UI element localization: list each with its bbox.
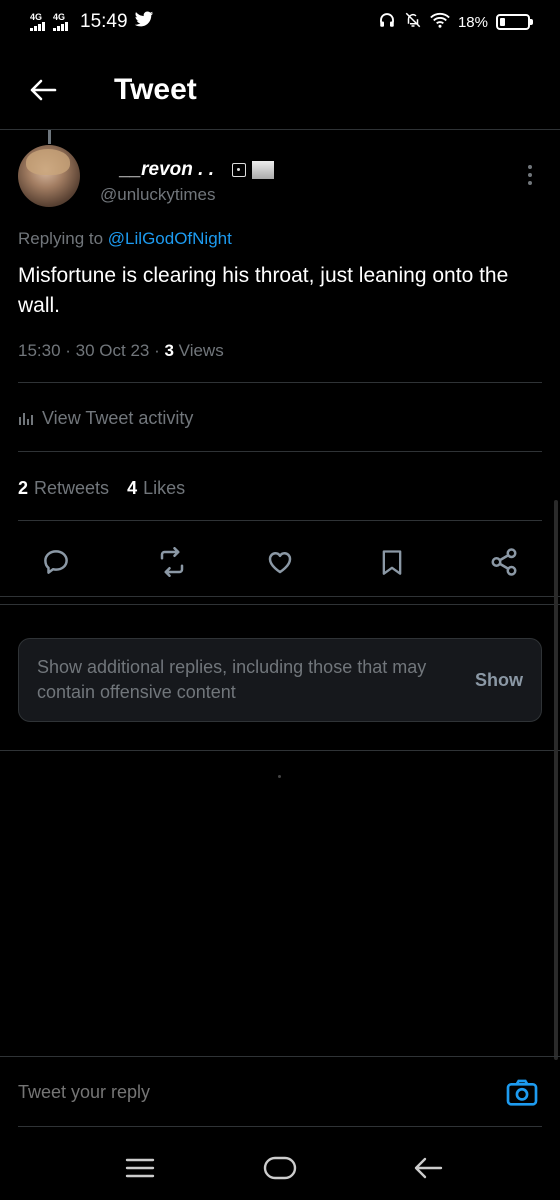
bookmark-button[interactable] xyxy=(374,544,410,580)
camera-icon xyxy=(506,1079,538,1106)
divider xyxy=(18,520,542,521)
menu-icon xyxy=(125,1158,155,1178)
recent-apps-button[interactable] xyxy=(115,1148,165,1188)
retweets-label: Retweets xyxy=(34,477,110,498)
more-options-button[interactable] xyxy=(518,165,542,185)
likes-stat[interactable]: 4 Likes xyxy=(127,478,185,499)
retweets-count: 2 xyxy=(18,477,29,498)
views-label: Views xyxy=(173,341,224,360)
network-type-label: 4G xyxy=(53,12,66,22)
back-arrow-icon xyxy=(414,1157,443,1179)
page-title: Tweet xyxy=(114,72,197,106)
scrollbar[interactable] xyxy=(554,500,558,1060)
dice-emoji-icon xyxy=(232,163,246,177)
twitter-bird-icon xyxy=(134,11,154,34)
author-names: __revon . . @unluckytimes xyxy=(100,145,274,205)
replying-to: Replying to @LilGodOfNight xyxy=(18,229,542,249)
system-back-button[interactable] xyxy=(403,1148,453,1188)
divider xyxy=(18,451,542,452)
battery-percent: 18% xyxy=(457,13,488,31)
camera-button[interactable] xyxy=(504,1075,540,1111)
reply-composer xyxy=(0,1056,560,1128)
thread-connector-line xyxy=(48,130,51,144)
replying-to-label: Replying to xyxy=(18,229,104,248)
likes-label: Likes xyxy=(143,477,186,498)
back-button[interactable] xyxy=(8,55,78,125)
retweets-stat[interactable]: 2 Retweets xyxy=(18,478,109,499)
analytics-icon xyxy=(19,413,33,425)
view-tweet-activity-button[interactable]: View Tweet activity xyxy=(18,400,193,436)
author-row: __revon . . @unluckytimes xyxy=(18,145,542,221)
avatar[interactable] xyxy=(18,145,80,207)
status-bar: 4G 4G 15:49 18% xyxy=(0,0,560,44)
retweet-icon xyxy=(160,547,184,577)
loading-dot xyxy=(278,775,281,778)
divider xyxy=(0,750,560,751)
engagement-stats: 2 Retweets 4 Likes xyxy=(18,470,203,506)
like-button[interactable] xyxy=(262,544,298,580)
image-emoji-icon xyxy=(252,161,274,179)
network-type-label: 4G xyxy=(30,12,43,22)
more-dot-icon xyxy=(528,181,532,185)
display-name[interactable]: __revon . . xyxy=(120,159,214,181)
show-replies-button[interactable]: Show xyxy=(475,670,523,691)
activity-label: View Tweet activity xyxy=(42,407,194,428)
divider xyxy=(18,382,542,383)
user-handle[interactable]: @unluckytimes xyxy=(100,185,274,205)
bookmark-icon xyxy=(382,550,402,575)
home-button[interactable] xyxy=(255,1148,305,1188)
wifi-icon xyxy=(430,11,450,33)
likes-count: 4 xyxy=(127,477,138,498)
tweet: __revon . . @unluckytimes Replying to @L… xyxy=(18,145,542,361)
system-navigation-bar xyxy=(0,1140,560,1196)
more-dot-icon xyxy=(528,165,532,169)
cell-signal-icon: 4G xyxy=(30,13,45,31)
top-app-bar: Tweet xyxy=(0,50,560,130)
divider xyxy=(0,604,560,605)
tweet-meta: 15:30 · 30 Oct 23 · 3 Views xyxy=(18,341,542,361)
battery-icon xyxy=(496,14,533,30)
retweet-button[interactable] xyxy=(154,544,190,580)
more-dot-icon xyxy=(528,173,532,177)
mute-icon xyxy=(404,11,422,33)
share-icon xyxy=(491,548,517,576)
arrow-left-icon xyxy=(30,79,57,100)
divider xyxy=(0,596,560,597)
reply-input[interactable] xyxy=(18,1082,250,1103)
mention-link[interactable]: @LilGodOfNight xyxy=(108,229,232,248)
views-count: 3 xyxy=(164,341,174,360)
share-button[interactable] xyxy=(486,544,522,580)
tweet-text: Misfortune is clearing his throat, just … xyxy=(18,264,509,317)
reply-button[interactable] xyxy=(38,544,74,580)
cell-signal-icon: 4G xyxy=(53,13,68,31)
additional-replies-text: Show additional replies, including those… xyxy=(37,657,427,702)
timestamp[interactable]: 15:30 · 30 Oct 23 · xyxy=(18,341,164,360)
additional-replies-card: Show additional replies, including those… xyxy=(18,638,542,722)
home-pill-icon xyxy=(263,1156,297,1180)
clock: 15:49 xyxy=(80,11,128,32)
headphones-icon xyxy=(378,11,396,33)
divider xyxy=(18,1126,542,1127)
tweet-action-bar xyxy=(0,540,560,584)
reply-icon xyxy=(44,550,68,574)
like-icon xyxy=(268,552,292,574)
